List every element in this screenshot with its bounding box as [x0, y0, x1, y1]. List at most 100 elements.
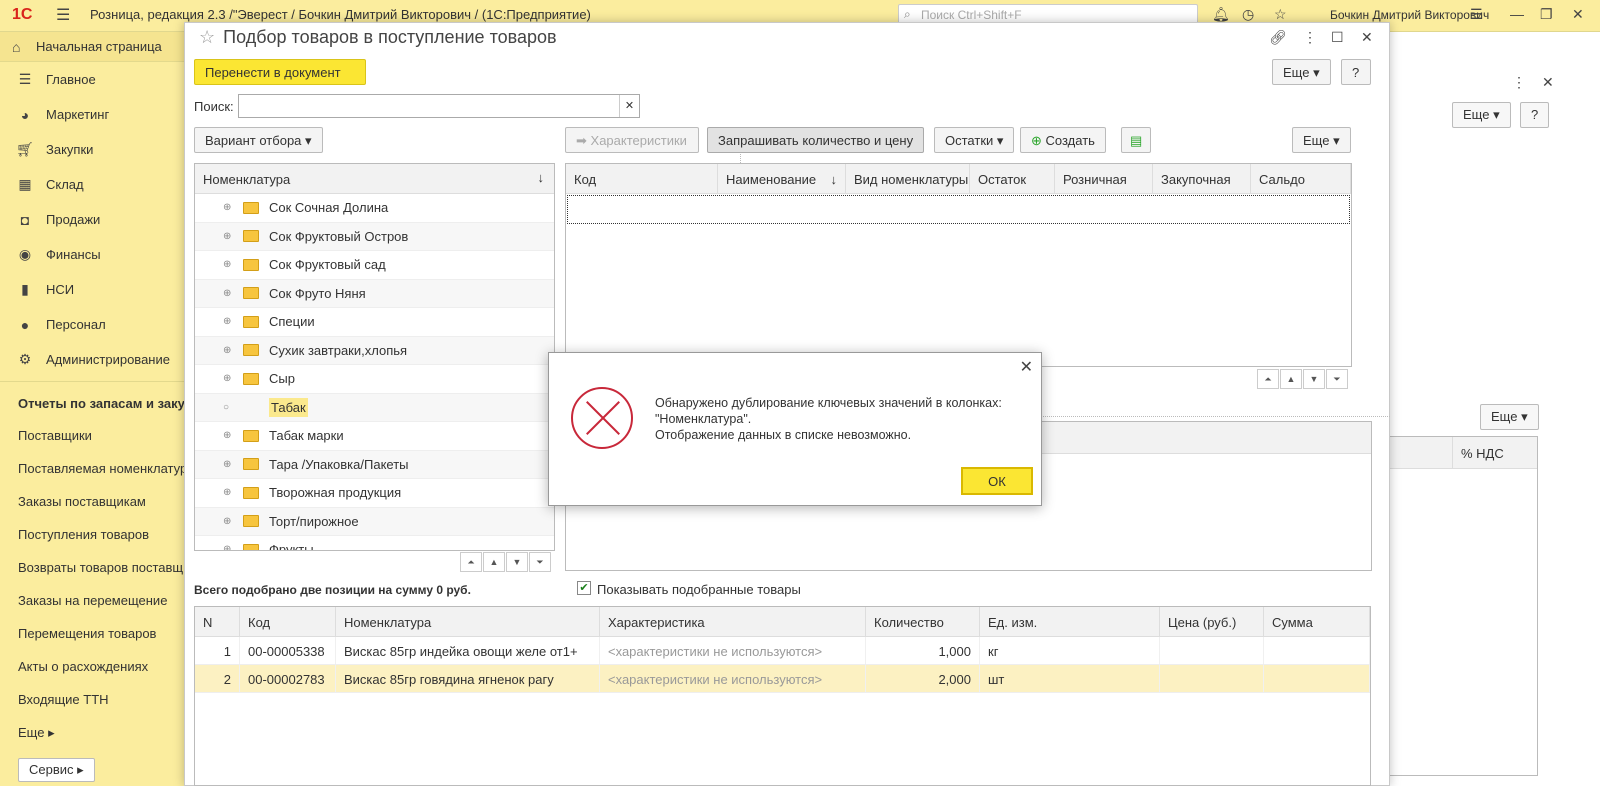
- expand-icon[interactable]: ⊕: [223, 288, 237, 299]
- column-header[interactable]: Сумма: [1264, 607, 1370, 636]
- column-header[interactable]: Наименование ↓: [718, 164, 846, 193]
- first-icon[interactable]: ⏶: [460, 552, 482, 572]
- column-header[interactable]: Характеристика: [600, 607, 866, 636]
- first-icon[interactable]: ⏶: [1257, 369, 1279, 389]
- link-goods-receipts[interactable]: Поступления товаров: [0, 519, 198, 552]
- sidebar-item-finance[interactable]: ◉ Финансы: [0, 237, 198, 272]
- expand-icon[interactable]: ⊕: [223, 345, 237, 356]
- column-header[interactable]: Розничная: [1055, 164, 1153, 193]
- up-icon[interactable]: ▲: [483, 552, 505, 572]
- tree-item[interactable]: ⊕ Специи: [195, 308, 554, 337]
- tree-item[interactable]: ○ Табак: [195, 393, 554, 422]
- tree-item[interactable]: ⊕ Творожная продукция: [195, 479, 554, 508]
- search-input[interactable]: ✕: [238, 94, 640, 118]
- expand-icon[interactable]: ⊕: [223, 430, 237, 441]
- link-incoming-ttn[interactable]: Входящие ТТН: [0, 684, 198, 717]
- link-more[interactable]: Еще ▸: [0, 717, 198, 750]
- maximize-icon[interactable]: ☐: [1331, 29, 1344, 46]
- last-icon[interactable]: ⏷: [1326, 369, 1348, 389]
- restore-icon[interactable]: ❐: [1540, 6, 1553, 23]
- reports-title[interactable]: Отчеты по запасам и закупкам: [0, 386, 198, 420]
- close-icon[interactable]: ✕: [1361, 29, 1373, 46]
- column-header[interactable]: Цена (руб.): [1160, 607, 1264, 636]
- tree-item[interactable]: ⊕ Фрукты: [195, 536, 554, 550]
- column-header[interactable]: N: [195, 607, 240, 636]
- expand-icon[interactable]: ⊕: [223, 516, 237, 527]
- down-icon[interactable]: ▼: [1303, 369, 1325, 389]
- expand-icon[interactable]: ⊕: [223, 202, 237, 213]
- link-transfers[interactable]: Перемещения товаров: [0, 618, 198, 651]
- help-button[interactable]: ?: [1520, 102, 1550, 128]
- expand-icon[interactable]: ⊕: [223, 487, 237, 498]
- tree-header[interactable]: Номенклатура ↓: [195, 164, 554, 194]
- link-supplier-orders[interactable]: Заказы поставщикам: [0, 486, 198, 519]
- sidebar-home[interactable]: ⌂ Начальная страница: [0, 32, 198, 62]
- tree-item[interactable]: ⊕ Сок Фруктовый Остров: [195, 222, 554, 251]
- ask-qty-price-toggle[interactable]: Запрашивать количество и цену: [707, 127, 925, 153]
- empty-node-icon[interactable]: ○: [223, 402, 237, 413]
- expand-icon[interactable]: ⊕: [223, 373, 237, 384]
- column-header[interactable]: Код: [566, 164, 718, 193]
- link-supplied-items[interactable]: Поставляемая номенклатура: [0, 453, 198, 486]
- last-icon[interactable]: ⏷: [529, 552, 551, 572]
- bell-icon[interactable]: 🔔︎: [1212, 6, 1230, 23]
- sidebar-item-nsi[interactable]: ▮ НСИ: [0, 272, 198, 307]
- service-button[interactable]: Сервис ▸: [18, 758, 95, 782]
- close-icon[interactable]: ✕: [1020, 357, 1033, 377]
- menu-icon[interactable]: ☰: [1470, 6, 1483, 23]
- sidebar-item-admin[interactable]: ⚙ Администрирование: [0, 342, 198, 377]
- close-icon[interactable]: ✕: [1572, 6, 1584, 23]
- expand-icon[interactable]: ⊕: [223, 459, 237, 470]
- table-row[interactable]: 1 00-00005338 Вискас 85гр индейка овощи же…: [195, 637, 1370, 665]
- column-header[interactable]: Сальдо: [1251, 164, 1351, 193]
- up-icon[interactable]: ▲: [1280, 369, 1302, 389]
- products-grid[interactable]: Код Наименование ↓ Вид номенклатуры Остаток…: [565, 163, 1352, 367]
- expand-icon[interactable]: ⊕: [223, 259, 237, 270]
- sidebar-item-personnel[interactable]: ● Персонал: [0, 307, 198, 342]
- sidebar-item-marketing[interactable]: ◕ Маркетинг: [0, 97, 198, 132]
- link-discrepancy-acts[interactable]: Акты о расхождениях: [0, 651, 198, 684]
- link-transfer-orders[interactable]: Заказы на перемещение: [0, 585, 198, 618]
- products-grid-current-row[interactable]: [567, 195, 1350, 224]
- more-button[interactable]: Еще ▾: [1292, 127, 1351, 153]
- create-button[interactable]: ⊕ Создать: [1020, 127, 1106, 153]
- link-returns[interactable]: Возвраты товаров поставщикам: [0, 552, 198, 585]
- show-selected-checkbox[interactable]: ✔: [577, 581, 591, 595]
- down-icon[interactable]: ▼: [506, 552, 528, 572]
- clear-icon[interactable]: ✕: [619, 95, 639, 117]
- tree-item[interactable]: ⊕ Сок Фруто Няня: [195, 279, 554, 308]
- expand-icon[interactable]: ⊕: [223, 231, 237, 242]
- link-suppliers[interactable]: Поставщики: [0, 420, 198, 453]
- help-button[interactable]: ?: [1341, 59, 1371, 85]
- tree-item[interactable]: ⊕ Тара /Упаковка/Пакеты: [195, 450, 554, 479]
- hamburger-menu-icon[interactable]: ☰: [56, 5, 70, 25]
- stock-button[interactable]: Остатки ▾: [934, 127, 1015, 153]
- column-header[interactable]: Количество: [866, 607, 980, 636]
- favorites-star-icon[interactable]: ☆: [1274, 6, 1287, 23]
- menu-dots-icon[interactable]: ⋮: [1512, 74, 1526, 91]
- history-icon[interactable]: ◷: [1242, 6, 1254, 23]
- column-header[interactable]: Код: [240, 607, 336, 636]
- tree-item[interactable]: ⊕ Сыр: [195, 365, 554, 394]
- expand-icon[interactable]: ⊕: [223, 316, 237, 327]
- column-header[interactable]: Ед. изм.: [980, 607, 1160, 636]
- favorite-star-icon[interactable]: ☆: [199, 27, 215, 47]
- user-name[interactable]: Бочкин Дмитрий Викторович: [1330, 8, 1489, 22]
- tree-item[interactable]: ⊕ Торт/пирожное: [195, 507, 554, 536]
- nomenclature-tree[interactable]: Номенклатура ↓ ⊕ Сок Сочная Долина ⊕ Сок Фру…: [194, 163, 555, 551]
- new-document-icon[interactable]: ▤: [1121, 127, 1151, 153]
- close-icon[interactable]: ✕: [1542, 74, 1554, 91]
- minimize-icon[interactable]: —: [1510, 6, 1524, 22]
- sidebar-item-purchases[interactable]: 🛒︎ Закупки: [0, 132, 198, 167]
- column-header[interactable]: Вид номенклатуры: [846, 164, 970, 193]
- sidebar-item-warehouse[interactable]: ▦ Склад: [0, 167, 198, 202]
- more-button[interactable]: Еще ▾: [1272, 59, 1331, 85]
- menu-dots-icon[interactable]: ⋮: [1303, 29, 1317, 46]
- tree-item[interactable]: ⊕ Сок Сочная Долина: [195, 194, 554, 223]
- tree-item[interactable]: ⊕ Сок Фруктовый сад: [195, 251, 554, 280]
- selected-items-grid[interactable]: N Код Номенклатура Характеристика Количество…: [194, 606, 1371, 786]
- more-button[interactable]: Еще ▾: [1480, 404, 1539, 430]
- tree-item[interactable]: ⊕ Табак марки: [195, 422, 554, 451]
- characteristics-button[interactable]: ➡ Характеристики: [565, 127, 699, 153]
- column-header[interactable]: Номенклатура: [336, 607, 600, 636]
